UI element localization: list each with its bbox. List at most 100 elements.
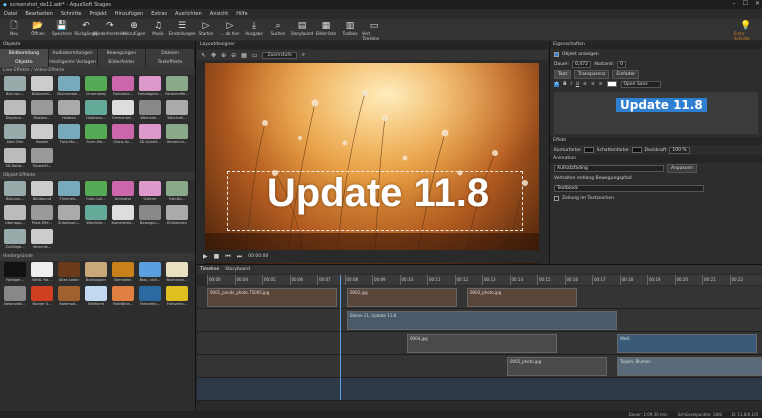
textblock-dropdown[interactable]: Textblock	[554, 184, 704, 192]
stop-icon[interactable]: ■	[214, 253, 220, 260]
toolbar-button-suchen[interactable]: ⌕ Suchen	[266, 19, 290, 36]
timeline-clip[interactable]: Ebene 11, Update 11.8	[347, 311, 617, 330]
frame-icon[interactable]: ▭	[252, 52, 258, 59]
menu-schnitte[interactable]: Schnitte	[61, 11, 82, 17]
tab-bildbereitung[interactable]: Bildbereitung	[0, 49, 49, 58]
effect-tile[interactable]: Wischkle...	[83, 205, 109, 228]
zeilung-checkbox[interactable]	[554, 195, 559, 201]
effect-tile[interactable]: Halbtono...	[83, 100, 109, 123]
effect-tile[interactable]: Weichzei...	[164, 100, 190, 123]
menu-bearbeiten[interactable]: Bearbeiten	[25, 11, 52, 17]
tab-texteffekte[interactable]: Texteffekte	[146, 58, 195, 67]
effect-tile[interactable]: Form-Ma...	[83, 124, 109, 147]
align-right-icon[interactable]: ≡	[599, 82, 603, 87]
effect-tile[interactable]: Eifelturm	[83, 286, 109, 309]
toolbar-button-erste-schritte[interactable]: 💡 Erste Schritte	[734, 19, 758, 41]
effect-tile[interactable]: Betonwän...	[2, 286, 28, 309]
effect-tile[interactable]: Masken...	[29, 100, 55, 123]
effect-tile[interactable]: Foto-Coll...	[83, 181, 109, 204]
zoom-out-icon[interactable]: ⊖	[231, 52, 236, 59]
maximize-icon[interactable]: ☐	[743, 0, 748, 7]
effect-tile[interactable]: Kalemod...	[56, 286, 82, 309]
effect-tile[interactable]: 3D-Rotat...	[2, 148, 28, 171]
timeline-clip[interactable]: 0004.jpg	[407, 334, 557, 353]
timeline-clip[interactable]: 0005_photo.jpg	[507, 357, 607, 376]
underline-icon[interactable]: U	[576, 82, 579, 87]
toolbar-button-neu[interactable]: 🗋 Neu	[2, 19, 26, 36]
effect-tile[interactable]: Tonwertl...	[29, 148, 55, 171]
prev-icon[interactable]: ⏮	[225, 253, 230, 261]
effect-tile[interactable]: 3D-Schatt...	[137, 124, 163, 147]
tab-storyboard[interactable]: Storyboard	[225, 265, 250, 274]
text-color-swatch[interactable]	[606, 81, 617, 87]
effect-tile[interactable]: Weichzei...	[137, 100, 163, 123]
search-icon[interactable]: ⌕	[302, 51, 305, 59]
effect-tile[interactable]: Farbabgleic...	[137, 76, 163, 99]
time-ruler[interactable]: 00:00 00:04 00:05 00:06 00:07 00:08 00:09 00:10…	[207, 275, 762, 285]
playhead[interactable]	[340, 275, 341, 400]
toolbar-button-musik[interactable]: ♫ Musik	[146, 19, 170, 36]
play-icon[interactable]: ▶	[203, 253, 208, 260]
grid-icon[interactable]: ▦	[241, 52, 247, 59]
close-icon[interactable]: ✕	[755, 0, 760, 7]
italic-icon[interactable]: I	[571, 82, 572, 87]
toolbar-button-einstellungen[interactable]: ☰ Einstellungen	[168, 19, 195, 36]
tab-bilderfelder[interactable]: Bilderfelder	[98, 58, 147, 67]
menu-hinzufuegen[interactable]: Hinzufügen	[115, 11, 143, 17]
select-icon[interactable]: ↖	[201, 52, 206, 59]
effect-tile[interactable]: Bildbereit...	[29, 76, 55, 99]
effect-tile[interactable]: Bild von...	[2, 76, 28, 99]
text-color-icon[interactable]: A	[554, 81, 560, 87]
effect-tile[interactable]: Blau, sich...	[137, 262, 163, 285]
effect-tile[interactable]: Zufallsvan...	[56, 205, 82, 228]
tab-timeline[interactable]: Timeline	[200, 265, 219, 274]
toolbar-button-vert-timeline[interactable]: ▭ Vert. Timeline	[362, 19, 386, 41]
effect-tile[interactable]: Alter Film	[2, 124, 28, 147]
effect-tile[interactable]: Galerie	[137, 181, 163, 204]
effect-tile[interactable]: Farbtönle...	[110, 286, 136, 309]
tab-dateien[interactable]: Dateien	[146, 49, 195, 58]
align-left-icon[interactable]: ≡	[583, 82, 587, 87]
timeline-clip[interactable]: 0001_ponds_photo.75005.jpg	[207, 288, 337, 307]
toolbar-button-toolbox[interactable]: ▥ Toolbox	[338, 19, 362, 36]
overlay-title[interactable]: Update 11.8	[233, 171, 523, 216]
effect-tile[interactable]: Bewegun...	[137, 205, 163, 228]
toolbar-button-wiederherstellen[interactable]: ↷ Wiederherstellen	[93, 19, 127, 36]
effect-tile[interactable]: Farbverla...	[110, 76, 136, 99]
toolbar-button--ab-hier[interactable]: ▷... ab hier	[218, 19, 242, 36]
effect-tile[interactable]: Bildbaund	[29, 181, 55, 204]
effect-tile[interactable]: Verzerrun...	[164, 124, 190, 147]
effect-tile[interactable]: Displace...	[2, 100, 28, 123]
toolbar-button-speichern[interactable]: 💾 Speichern	[50, 19, 74, 36]
effect-tile[interactable]: Backpapier	[83, 262, 109, 285]
text-editor[interactable]: Update 11.8	[554, 92, 758, 134]
duration-field[interactable]: 0,472	[572, 60, 592, 68]
effect-tile[interactable]: Farbiger...	[2, 262, 28, 285]
effect-tile[interactable]: Verschle...	[29, 229, 55, 252]
menu-ansicht[interactable]: Ansicht	[210, 11, 228, 17]
zoom-dropdown[interactable]: Zoomstufe	[262, 51, 297, 59]
toolbar-button-ausgabe[interactable]: ⤓ Ausgabe	[242, 19, 266, 36]
effect-tile[interactable]: Einblenden	[164, 205, 190, 228]
align-center-icon[interactable]: ≡	[591, 82, 595, 87]
timeline-clip[interactable]: Weiß	[617, 334, 757, 353]
show-object-checkbox[interactable]	[554, 51, 559, 57]
effect-tile[interactable]: Foto-Ma...	[56, 124, 82, 147]
animation-dropdown[interactable]: Aufsatzfading	[554, 164, 664, 172]
timeline-clip[interactable]: Tulpen, Blumen	[617, 357, 762, 376]
effect-tile[interactable]: Zufällige...	[2, 229, 28, 252]
effect-tile[interactable]: Weiß. Ha...	[29, 262, 55, 285]
tab-fader[interactable]: Einfader	[612, 69, 640, 79]
effect-tile[interactable]: Blumenwi...	[164, 262, 190, 285]
kontur-swatch[interactable]	[583, 147, 594, 153]
effect-tile[interactable]: Bild-von...	[2, 181, 28, 204]
effect-tile[interactable]: Bunter S...	[29, 286, 55, 309]
effect-tile[interactable]: Blumenwie...	[56, 76, 82, 99]
tab-objekte[interactable]: Objekte	[0, 58, 49, 67]
tab-intelligente-vorlagen[interactable]: Intelligente Vorlagen	[49, 58, 98, 67]
effect-tile[interactable]: Plast.Effe...	[29, 205, 55, 228]
menu-datei[interactable]: Datei	[4, 11, 17, 17]
effect-tile[interactable]: Altes Leder	[56, 262, 82, 285]
effect-tile[interactable]: Chromakey	[83, 76, 109, 99]
text-editor-content[interactable]: Update 11.8	[616, 98, 707, 112]
